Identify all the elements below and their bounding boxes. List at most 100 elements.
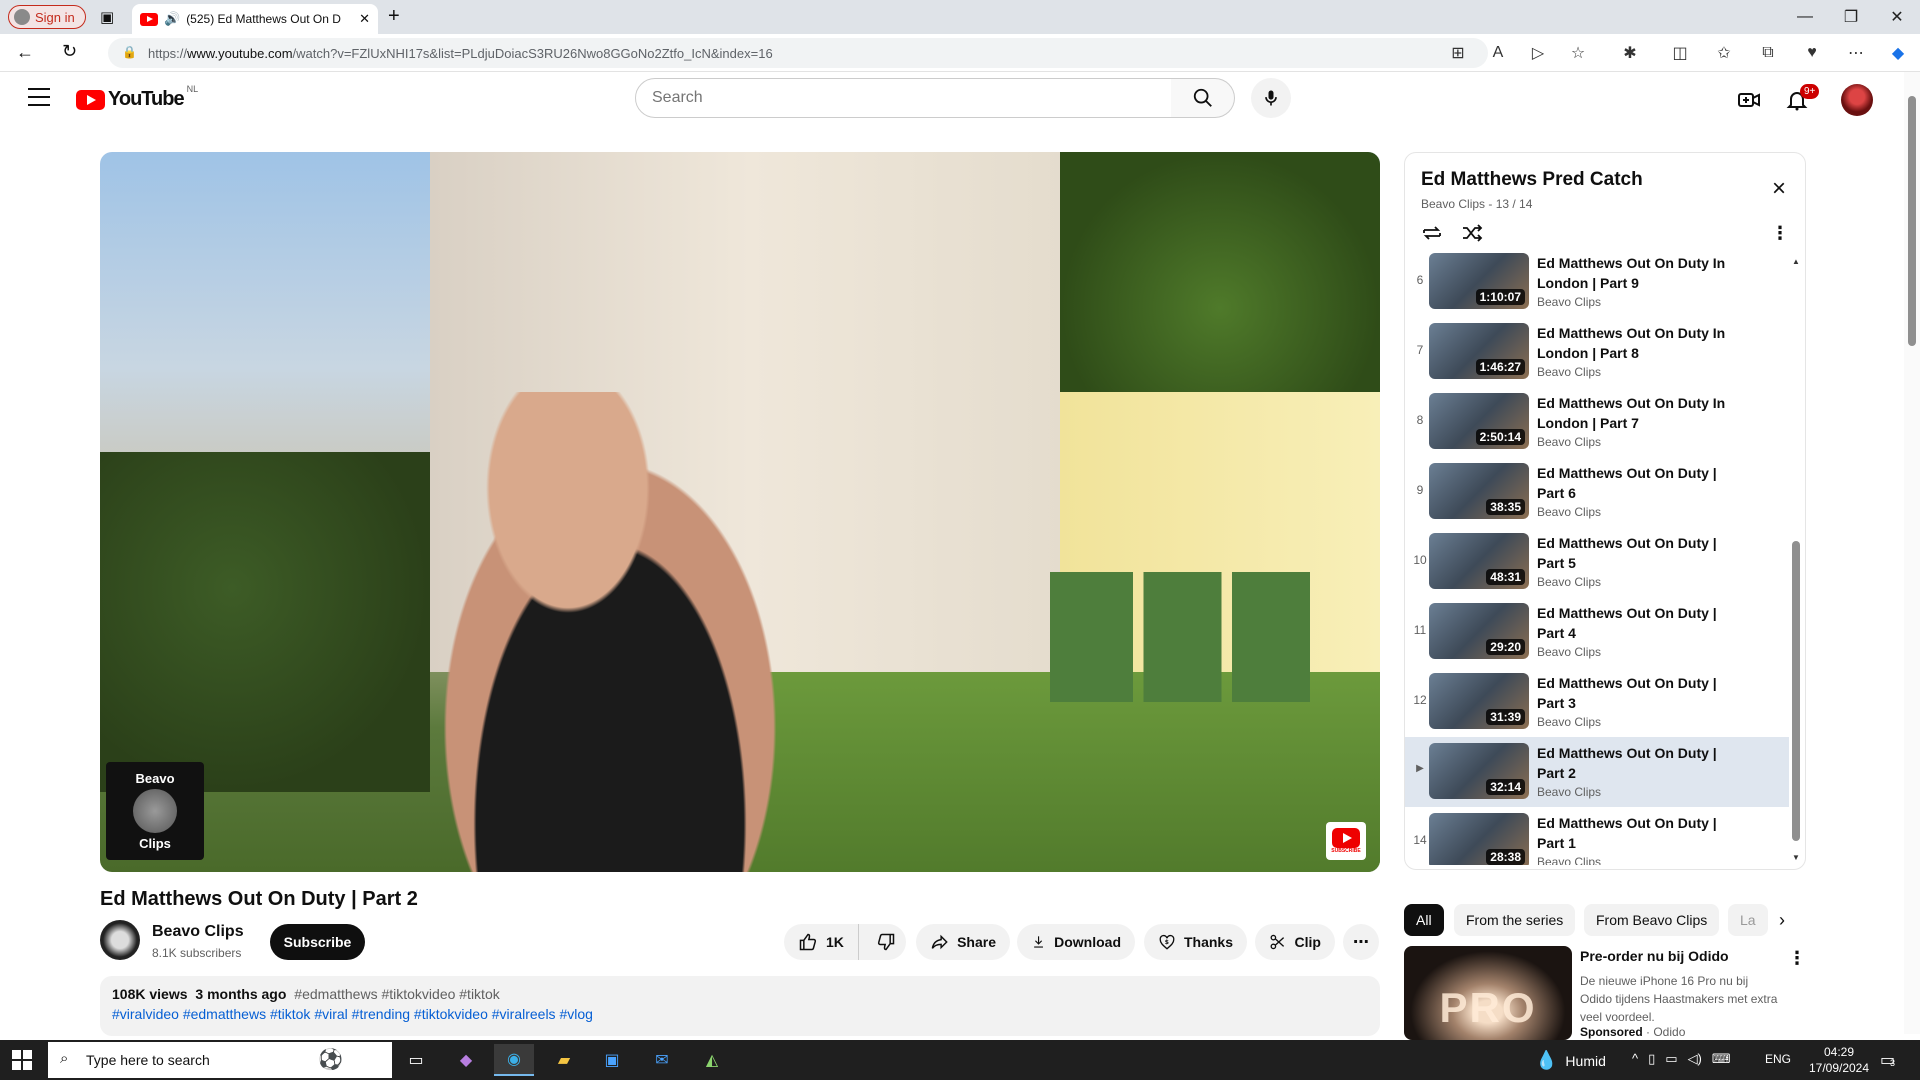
- playlist-items: 6 1:10:07 Ed Matthews Out On Duty In Lon…: [1405, 253, 1789, 865]
- windows-start-icon[interactable]: [12, 1050, 32, 1070]
- playlist-item-current[interactable]: ▶ 32:14 Ed Matthews Out On Duty | Part 2…: [1405, 737, 1789, 807]
- chip-from-series[interactable]: From the series: [1454, 904, 1576, 936]
- chevron-right-icon[interactable]: ›: [1768, 906, 1796, 934]
- new-tab-button[interactable]: +: [388, 5, 400, 28]
- channel-avatar[interactable]: [100, 920, 140, 960]
- subscribe-button[interactable]: Subscribe: [270, 924, 365, 960]
- task-view-icon[interactable]: ▭: [396, 1044, 436, 1076]
- browser-tab-youtube[interactable]: 🔊 (525) Ed Matthews Out On D ✕: [132, 4, 378, 34]
- subscribe-watermark-label: SUBSCRIBE: [1331, 848, 1361, 854]
- collections-icon[interactable]: ⧉: [1756, 42, 1780, 64]
- chip-all[interactable]: All: [1404, 904, 1444, 936]
- taskbar-clock[interactable]: 04:29 17/09/2024: [1800, 1044, 1878, 1076]
- tray-chevron-icon[interactable]: ^: [1632, 1051, 1638, 1067]
- minimize-button[interactable]: —: [1782, 0, 1828, 34]
- back-icon[interactable]: ←: [16, 42, 34, 63]
- keyboard-icon[interactable]: ⌨: [1712, 1051, 1731, 1067]
- page-scrollbar[interactable]: [1904, 72, 1920, 1034]
- edge-browser-icon[interactable]: ◉: [494, 1044, 534, 1076]
- voice-search-button[interactable]: [1251, 78, 1291, 118]
- hashtags-line-1[interactable]: #edmatthews #tiktokvideo #tiktok: [294, 986, 499, 1002]
- menu-icon[interactable]: [28, 88, 50, 106]
- microsoft-store-icon[interactable]: ▣: [592, 1044, 632, 1076]
- playlist-item[interactable]: 8 2:50:14 Ed Matthews Out On Duty In Lon…: [1405, 387, 1789, 457]
- playlist-title[interactable]: Ed Matthews Pred Catch: [1421, 169, 1643, 191]
- app-available-icon[interactable]: ⊞: [1446, 42, 1470, 64]
- tab-close-icon[interactable]: ✕: [359, 11, 370, 27]
- url-path: /watch?v=FZlUxNHI17s&list=PLdjuDoiacS3RU…: [292, 45, 773, 61]
- mail-icon[interactable]: ✉: [642, 1044, 682, 1076]
- signin-label: Sign in: [35, 9, 75, 25]
- loop-icon[interactable]: [1419, 221, 1445, 245]
- file-explorer-icon[interactable]: ▰: [544, 1044, 584, 1076]
- notification-center-icon[interactable]: ▭ 3: [1880, 1050, 1895, 1070]
- maximize-button[interactable]: ❐: [1828, 0, 1874, 34]
- ad-thumbnail[interactable]: PRO: [1404, 946, 1572, 1040]
- channel-name[interactable]: Beavo Clips: [152, 923, 244, 941]
- dislike-button[interactable]: [867, 924, 906, 960]
- browser-essentials-icon[interactable]: ♥: [1800, 42, 1824, 64]
- create-button[interactable]: [1735, 86, 1763, 114]
- ad-menu-icon[interactable]: ⋮: [1788, 948, 1806, 969]
- tray-device-icon[interactable]: ▯: [1648, 1051, 1655, 1067]
- page-scrollbar-thumb[interactable]: [1908, 96, 1916, 346]
- shuffle-icon[interactable]: [1459, 221, 1485, 245]
- split-screen-icon[interactable]: ◫: [1668, 42, 1692, 64]
- weather-widget[interactable]: 💧 Humid: [1535, 1050, 1606, 1071]
- settings-menu-icon[interactable]: ⋯: [1844, 42, 1868, 64]
- search-input[interactable]: [635, 78, 1172, 118]
- playlist-item-title: Ed Matthews Out On Duty | Part 6: [1537, 465, 1717, 501]
- playlist-scroll-up-icon[interactable]: ▲: [1792, 257, 1800, 266]
- user-avatar[interactable]: [1841, 84, 1873, 116]
- hashtags-line-2[interactable]: #viralvideo #edmatthews #tiktok #viral #…: [112, 1006, 1368, 1022]
- share-button[interactable]: Share: [916, 924, 1010, 960]
- volume-icon[interactable]: ◁): [1688, 1051, 1702, 1067]
- clip-button[interactable]: Clip: [1255, 924, 1335, 960]
- playlist-item[interactable]: 6 1:10:07 Ed Matthews Out On Duty In Lon…: [1405, 253, 1789, 317]
- subscriber-count: 8.1K subscribers: [152, 946, 242, 960]
- playlist-item[interactable]: 10 48:31 Ed Matthews Out On Duty | Part …: [1405, 527, 1789, 597]
- tab-actions-icon[interactable]: ▣: [100, 8, 114, 26]
- app-icon[interactable]: ◭: [692, 1044, 732, 1076]
- video-player[interactable]: Beavo Clips SUBSCRIBE: [100, 152, 1380, 872]
- more-actions-button[interactable]: ⋯: [1343, 924, 1379, 960]
- window-close-button[interactable]: ✕: [1874, 0, 1920, 34]
- playlist-scrollbar[interactable]: [1792, 541, 1800, 841]
- youtube-logo[interactable]: YouTube NL: [76, 84, 198, 111]
- url-field[interactable]: 🔒 https://www.youtube.com/watch?v=FZlUxN…: [108, 38, 1488, 68]
- description-box[interactable]: 108K views 3 months ago #edmatthews #tik…: [100, 976, 1380, 1036]
- read-aloud-icon[interactable]: A: [1486, 42, 1510, 64]
- immersive-reader-icon[interactable]: ▷: [1526, 42, 1550, 64]
- refresh-icon[interactable]: ↻: [62, 41, 77, 62]
- speaker-icon[interactable]: 🔊: [164, 11, 180, 27]
- favorite-star-icon[interactable]: ☆: [1566, 42, 1590, 64]
- language-indicator[interactable]: ENG: [1765, 1052, 1791, 1066]
- playlist-scroll-down-icon[interactable]: ▼: [1792, 853, 1800, 862]
- playlist-item[interactable]: 12 31:39 Ed Matthews Out On Duty | Part …: [1405, 667, 1789, 737]
- copilot-icon[interactable]: ◆: [1886, 42, 1910, 64]
- subscribe-watermark-button[interactable]: SUBSCRIBE: [1326, 822, 1366, 860]
- extensions-icon[interactable]: ✱: [1618, 42, 1642, 64]
- thanks-heart-icon: $: [1159, 934, 1175, 950]
- favorites-icon[interactable]: ✩: [1712, 42, 1736, 64]
- chip-from-channel[interactable]: From Beavo Clips: [1584, 904, 1720, 936]
- playlist-item[interactable]: 9 38:35 Ed Matthews Out On Duty | Part 6…: [1405, 457, 1789, 527]
- taskbar-search-box[interactable]: ⌕ Type here to search ⚽: [48, 1042, 392, 1078]
- playlist-item-thumbnail: 29:20: [1429, 603, 1529, 659]
- chip-partial[interactable]: La: [1728, 904, 1768, 936]
- lock-icon[interactable]: 🔒: [122, 45, 137, 59]
- playlist-close-icon[interactable]: ×: [1767, 177, 1791, 201]
- playlist-item[interactable]: 7 1:46:27 Ed Matthews Out On Duty In Lon…: [1405, 317, 1789, 387]
- network-icon[interactable]: ▭: [1665, 1051, 1677, 1067]
- like-button[interactable]: 1K: [784, 924, 859, 960]
- playlist-menu-icon[interactable]: ⋮: [1771, 223, 1789, 245]
- playlist-item-index: 8: [1416, 413, 1424, 427]
- profile-signin-button[interactable]: Sign in: [8, 5, 86, 29]
- playlist-item[interactable]: 11 29:20 Ed Matthews Out On Duty | Part …: [1405, 597, 1789, 667]
- playlist-item[interactable]: 14 28:38 Ed Matthews Out On Duty | Part …: [1405, 807, 1789, 865]
- download-button[interactable]: Download: [1017, 924, 1135, 960]
- copilot-taskbar-icon[interactable]: ◆: [446, 1044, 486, 1076]
- thanks-button[interactable]: $ Thanks: [1144, 924, 1247, 960]
- search-button[interactable]: [1171, 78, 1235, 118]
- ad-title[interactable]: Pre-order nu bij Odido: [1580, 948, 1729, 964]
